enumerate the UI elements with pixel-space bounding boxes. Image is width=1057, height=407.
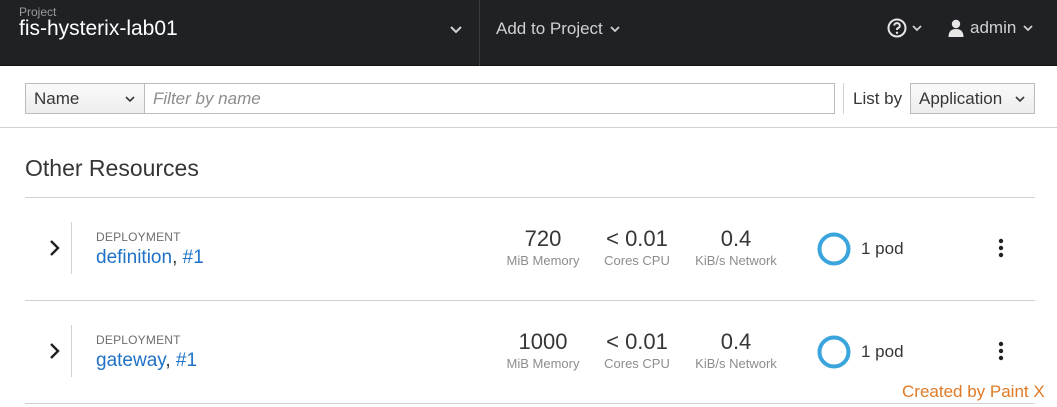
memory-label: MiB Memory — [506, 356, 580, 371]
network-value: 0.4 — [720, 329, 752, 354]
section-title: Other Resources — [25, 155, 199, 181]
pod-donut-icon[interactable] — [817, 232, 851, 266]
deployment-revision-link[interactable]: #1 — [176, 350, 197, 371]
chevron-down-icon — [912, 25, 922, 32]
user-name: admin — [970, 18, 1017, 37]
cpu-metric: < 0.01 Cores CPU — [602, 329, 672, 371]
resource-kind: DEPLOYMENT — [96, 230, 181, 244]
network-value: 0.4 — [720, 226, 752, 251]
user-icon — [948, 19, 964, 37]
name-separator: , — [172, 247, 178, 268]
memory-metric: 1000 MiB Memory — [503, 329, 583, 371]
list-by-label: List by — [853, 89, 903, 108]
network-metric: 0.4 KiB/s Network — [691, 226, 781, 268]
pod-count[interactable]: 1 pod — [861, 239, 904, 259]
memory-value: 720 — [524, 226, 562, 251]
row-divider — [71, 325, 72, 377]
resource-name-line: definition, #1 — [96, 247, 204, 269]
project-name[interactable]: fis-hysterix-lab01 — [19, 17, 178, 41]
filter-field-select[interactable]: Name — [25, 83, 145, 114]
kebab-icon[interactable] — [991, 238, 1011, 258]
network-metric: 0.4 KiB/s Network — [691, 329, 781, 371]
chevron-down-icon — [1023, 25, 1033, 32]
deployment-row: DEPLOYMENT gateway, #1 1000 MiB Memory <… — [25, 301, 1035, 404]
help-menu[interactable] — [887, 18, 923, 38]
chevron-down-icon — [1015, 95, 1025, 102]
list-by-select[interactable]: Application — [910, 83, 1035, 114]
filter-toolbar: Name List by Application — [0, 66, 1057, 128]
project-switcher[interactable]: Project fis-hysterix-lab01 — [0, 0, 480, 66]
cpu-value: < 0.01 — [606, 329, 668, 354]
chevron-right-icon[interactable] — [47, 238, 61, 258]
resource-name-line: gateway, #1 — [96, 350, 197, 372]
memory-metric: 720 MiB Memory — [503, 226, 583, 268]
memory-value: 1000 — [518, 329, 568, 354]
chevron-down-icon — [125, 95, 135, 102]
pod-count[interactable]: 1 pod — [861, 342, 904, 362]
add-to-project-label: Add to Project — [496, 19, 603, 38]
deployment-name-link[interactable]: definition — [96, 247, 172, 268]
toolbar-divider — [843, 83, 844, 114]
pod-donut-icon[interactable] — [817, 335, 851, 369]
row-divider — [71, 222, 72, 274]
kebab-icon[interactable] — [991, 341, 1011, 361]
deployment-row: DEPLOYMENT definition, #1 720 MiB Memory… — [25, 198, 1035, 301]
deployment-revision-link[interactable]: #1 — [183, 247, 204, 268]
chevron-down-icon[interactable] — [448, 22, 464, 38]
user-menu[interactable]: admin — [948, 18, 1034, 38]
cpu-value: < 0.01 — [606, 226, 668, 251]
name-separator: , — [165, 350, 171, 371]
add-to-project-menu[interactable]: Add to Project — [496, 19, 621, 39]
chevron-right-icon[interactable] — [47, 341, 61, 361]
memory-label: MiB Memory — [506, 253, 580, 268]
deployment-name-link[interactable]: gateway — [96, 350, 165, 371]
question-circle-icon — [887, 18, 907, 38]
top-navbar: Project fis-hysterix-lab01 Add to Projec… — [0, 0, 1057, 66]
cpu-label: Cores CPU — [604, 356, 670, 371]
list-by-value: Application — [919, 88, 1003, 108]
cpu-metric: < 0.01 Cores CPU — [602, 226, 672, 268]
network-label: KiB/s Network — [695, 356, 777, 371]
watermark-text: Created by Paint X — [902, 382, 1045, 401]
resource-kind: DEPLOYMENT — [96, 333, 181, 347]
filter-field-value: Name — [34, 88, 80, 108]
filter-input[interactable] — [144, 83, 835, 114]
network-label: KiB/s Network — [695, 253, 777, 268]
chevron-down-icon — [610, 26, 620, 33]
cpu-label: Cores CPU — [604, 253, 670, 268]
